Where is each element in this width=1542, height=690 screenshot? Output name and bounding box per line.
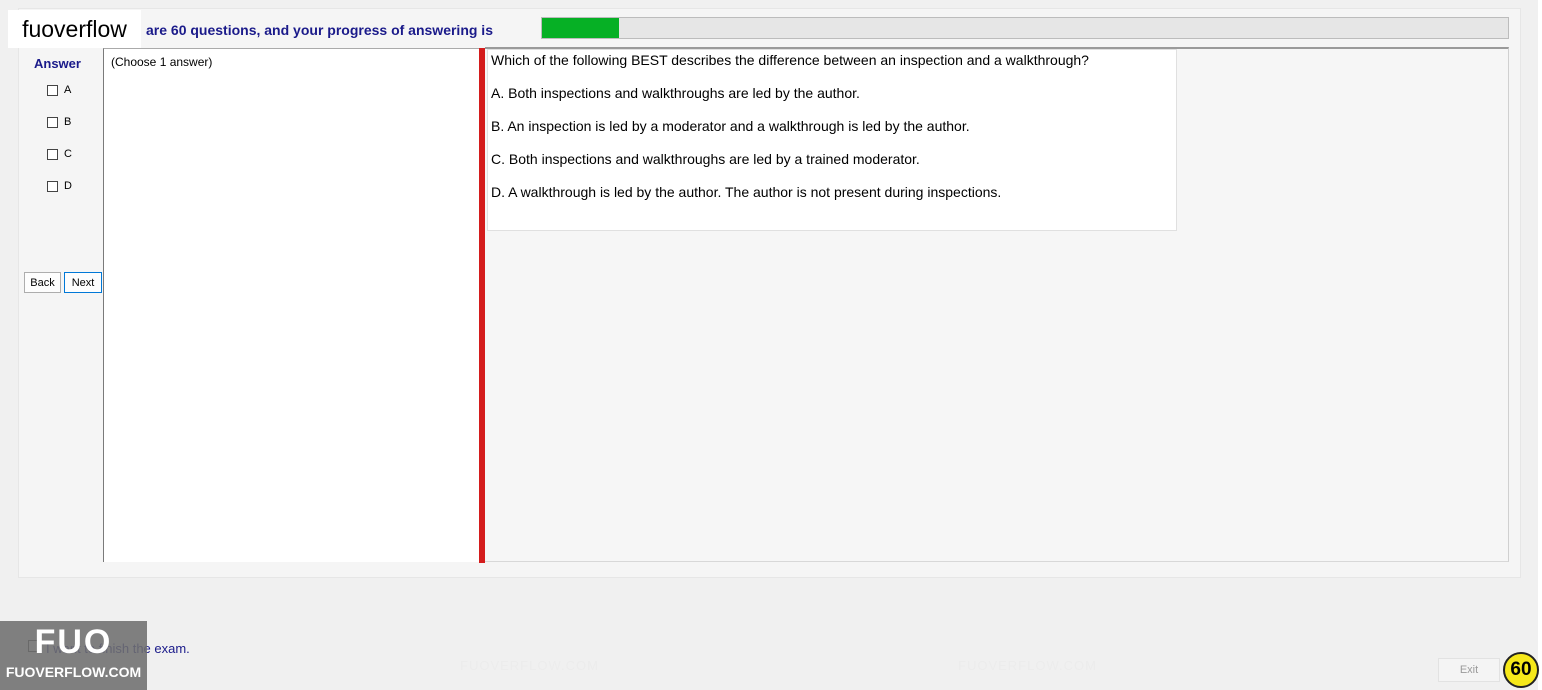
choice-d: D. A walkthrough is led by the author. T… [491,184,1002,200]
badge-site-text: FUOVERFLOW.COM [5,664,142,680]
choice-a: A. Both inspections and walkthroughs are… [491,85,860,101]
logo: fuoverflow [8,10,141,48]
choice-c: C. Both inspections and walkthroughs are… [491,151,920,167]
logo-text: fuoverflow [22,15,127,42]
watermark: FUOVERFLOW.COM [460,658,599,673]
checkbox[interactable] [47,148,58,160]
badge-logo-text: FUO [34,623,113,661]
answer-option-a[interactable]: A [47,84,71,96]
question-box [487,49,1177,231]
back-button[interactable]: Back [24,272,61,293]
progress-label: are 60 questions, and your progress of a… [146,22,493,38]
option-label: A [64,84,72,96]
exit-button[interactable]: Exit [1438,658,1500,682]
answer-option-d[interactable]: D [47,180,72,192]
choose-instruction: (Choose 1 answer) [111,55,213,69]
checkbox[interactable] [47,116,58,128]
choice-b: B. An inspection is led by a moderator a… [491,118,970,134]
next-button[interactable]: Next [64,272,102,293]
checkbox[interactable] [47,180,58,192]
answer-option-b[interactable]: B [47,116,71,128]
option-label: B [64,116,72,128]
timer-badge: 60 [1503,652,1539,688]
watermark: FUOVERFLOW.COM [958,658,1097,673]
progress-fill [542,18,620,38]
question-text: Which of the following BEST describes th… [491,52,1089,68]
answer-option-c[interactable]: C [47,148,72,160]
checkbox[interactable] [47,84,58,96]
answer-title: Answer [34,56,81,71]
answer-input-area[interactable] [103,48,479,562]
fuo-watermark-badge: FUO FUOVERFLOW.COM [0,621,147,690]
window-edge [1538,0,1542,690]
progress-bar [541,17,1509,39]
option-label: D [64,180,72,192]
option-label: C [64,148,72,160]
